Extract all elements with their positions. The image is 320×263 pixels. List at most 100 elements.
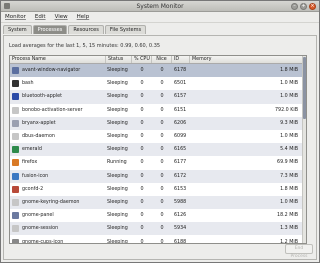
nice-cell: 0 [160, 226, 164, 232]
id-cell: 6178 [174, 68, 187, 74]
status-cell: Sleeping [107, 147, 128, 153]
tab-system[interactable]: System [3, 25, 32, 34]
table-row[interactable]: gnome-panel Sleeping 0 0 6126 18.2 MiB [10, 209, 306, 223]
title-bar[interactable]: System Monitor – + × [1, 1, 319, 12]
gear-icon [12, 225, 19, 233]
tab-bar: System Processes Resources File Systems [1, 23, 319, 34]
vertical-scrollbar[interactable] [302, 56, 306, 243]
gear-icon [12, 133, 19, 141]
cpu-cell: 0 [140, 226, 144, 232]
cpu-cell: 0 [140, 134, 144, 140]
nice-cell: 0 [160, 134, 164, 140]
process-name: gnome-cups-icon [22, 239, 64, 244]
table-row[interactable]: avant-window-navigator Sleeping 0 0 6178 1.8 … [10, 64, 306, 78]
table-row[interactable]: gconfd-2 Sleeping 0 0 6153 1.8 MiB [10, 182, 306, 196]
table-row[interactable]: gnome-session Sleeping 0 0 5934 1.3 MiB [10, 222, 306, 236]
nice-cell: 0 [160, 160, 164, 166]
cpu-cell: 0 [140, 239, 144, 244]
table-row[interactable]: bonobo-activation-server Sleeping 0 0 6151 79… [10, 103, 306, 117]
table-row[interactable]: dbus-daemon Sleeping 0 0 6099 1.0 MiB [10, 129, 306, 144]
memory-cell: 1.8 MiB [280, 68, 298, 74]
column-id[interactable]: ID [172, 56, 190, 63]
status-cell: Sleeping [107, 226, 128, 232]
processes-panel: Load averages for the last 1, 5, 15 minu… [3, 35, 317, 260]
table-row[interactable]: fusion-icon Sleeping 0 0 6172 7.3 MiB [10, 169, 306, 183]
cpu-cell: 0 [140, 147, 144, 153]
process-name: bluetooth-applet [22, 94, 62, 100]
memory-cell: 1.0 MiB [280, 81, 298, 87]
process-name: fusion-icon [22, 173, 49, 179]
process-name: avant-window-navigator [22, 68, 81, 74]
menu-edit[interactable]: Edit [35, 14, 46, 20]
cpu-cell: 0 [140, 107, 144, 113]
memory-cell: 1.3 MiB [280, 226, 298, 232]
process-name: gnome-session [22, 226, 59, 232]
process-name: firefox [22, 160, 38, 166]
column-memory[interactable]: Memory [190, 56, 304, 63]
cpu-cell: 0 [140, 173, 144, 179]
table-row[interactable]: emerald Sleeping 0 0 6165 5.4 MiB [10, 143, 306, 157]
process-name-cell: firefox [10, 159, 106, 167]
menu-help[interactable]: Help [77, 14, 90, 20]
status-cell: Sleeping [107, 186, 128, 192]
close-icon[interactable]: × [309, 3, 316, 10]
column-status[interactable]: Status [106, 56, 132, 63]
memory-cell: 1.0 MiB [280, 94, 298, 100]
column-process-name[interactable]: Process Name [10, 56, 106, 63]
id-cell: 6165 [174, 147, 187, 153]
id-cell: 6099 [174, 134, 187, 140]
status-cell: Sleeping [107, 239, 128, 244]
memory-cell: 1.0 MiB [280, 134, 298, 140]
maximize-icon[interactable]: + [300, 3, 307, 10]
nice-cell: 0 [160, 81, 164, 87]
bluetooth-icon [12, 93, 19, 101]
id-cell: 5934 [174, 226, 187, 232]
system-monitor-window: System Monitor – + × Monitor Edit View H… [0, 0, 320, 263]
memory-cell: 1.0 MiB [280, 199, 298, 205]
table-row[interactable]: bash Sleeping 0 0 6501 1.0 MiB [10, 77, 306, 91]
table-row[interactable]: firefox Running 0 0 6177 69.9 MiB [10, 156, 306, 170]
cpu-cell: 0 [140, 81, 144, 87]
table-row[interactable]: gnome-cups-icon Sleeping 0 0 6188 1.2 MiB [10, 235, 306, 244]
tab-resources[interactable]: Resources [68, 25, 104, 34]
process-name-cell: bonobo-activation-server [10, 106, 106, 114]
cpu-cell: 0 [140, 68, 144, 74]
menu-monitor[interactable]: Monitor [5, 14, 26, 20]
table-row[interactable]: bryanx-applet Sleeping 0 0 6206 9.3 MiB [10, 116, 306, 130]
fusion-icon [12, 172, 19, 180]
process-name-cell: avant-window-navigator [10, 67, 106, 75]
process-name: emerald [22, 147, 42, 153]
process-name-cell: dbus-daemon [10, 133, 106, 141]
panel-icon [12, 212, 19, 220]
nice-cell: 0 [160, 213, 164, 219]
process-name-cell: gnome-cups-icon [10, 238, 106, 244]
process-table: Process Name Status % CPU Nice ID Memory… [9, 55, 307, 244]
awn-icon [12, 67, 19, 75]
status-cell: Sleeping [107, 134, 128, 140]
table-row[interactable]: bluetooth-applet Sleeping 0 0 6157 1.0 MiB [10, 90, 306, 104]
tab-processes[interactable]: Processes [32, 25, 68, 34]
nice-cell: 0 [160, 173, 164, 179]
nice-cell: 0 [160, 239, 164, 244]
scrollbar-thumb[interactable] [303, 57, 306, 119]
status-cell: Sleeping [107, 199, 128, 205]
emerald-icon [12, 146, 19, 154]
process-name-cell: gnome-session [10, 225, 106, 233]
end-process-button[interactable]: End Process [285, 244, 313, 259]
id-cell: 6157 [174, 94, 187, 100]
nice-cell: 0 [160, 68, 164, 74]
column-cpu[interactable]: % CPU [132, 56, 152, 63]
load-averages-text: Load averages for the last 1, 5, 15 minu… [9, 43, 161, 49]
process-name-cell: gnome-keyring-daemon [10, 198, 106, 206]
id-cell: 6153 [174, 186, 187, 192]
status-cell: Sleeping [107, 81, 128, 87]
table-row[interactable]: gnome-keyring-daemon Sleeping 0 0 5988 1.0 Mi… [10, 195, 306, 210]
firefox-icon [12, 159, 19, 167]
menu-view[interactable]: View [55, 14, 68, 20]
menu-bar: Monitor Edit View Help [1, 12, 319, 23]
id-cell: 6172 [174, 173, 187, 179]
tab-file-systems[interactable]: File Systems [104, 25, 147, 34]
gear-icon [12, 106, 19, 114]
column-nice[interactable]: Nice [152, 56, 172, 63]
minimize-icon[interactable]: – [291, 3, 298, 10]
